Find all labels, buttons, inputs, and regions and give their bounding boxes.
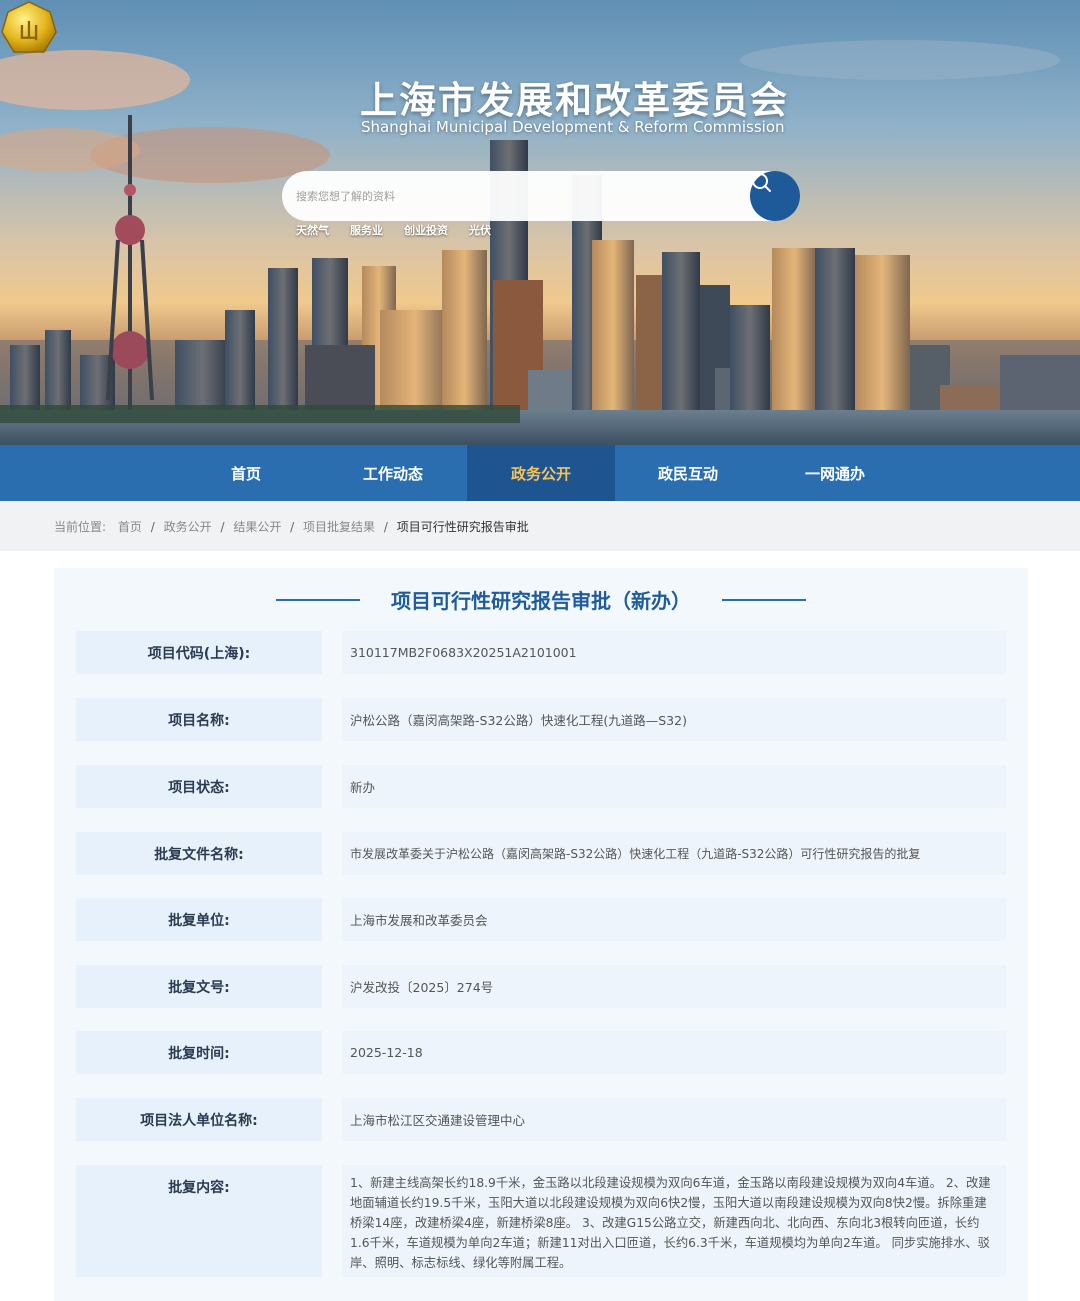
detail-card: 项目可行性研究报告审批（新办） 项目代码(上海): 310117MB2F0683… bbox=[54, 568, 1028, 1301]
nav-item-home[interactable]: 首页 bbox=[172, 445, 320, 501]
detail-row-approval-unit: 批复单位: 上海市发展和改革委员会 bbox=[76, 898, 1006, 941]
field-value: 1、新建主线高架长约18.9千米，金玉路以北段建设规模为双向6车道，金玉路以南段… bbox=[342, 1165, 1006, 1277]
field-label: 批复内容: bbox=[76, 1165, 322, 1277]
field-value: 沪发改投〔2025〕274号 bbox=[342, 965, 1006, 1008]
field-label: 项目法人单位名称: bbox=[76, 1098, 322, 1141]
svg-text:山: 山 bbox=[19, 19, 39, 43]
hot-word[interactable]: 服务业 bbox=[350, 222, 383, 238]
breadcrumb-approval-results[interactable]: 项目批复结果 bbox=[303, 520, 375, 534]
field-value: 市发展改革委关于沪松公路（嘉闵高架路-S32公路）快速化工程（九道路-S32公路… bbox=[342, 832, 1006, 875]
search-icon bbox=[752, 173, 771, 192]
skyline-background bbox=[0, 40, 1080, 445]
title-divider-right bbox=[722, 599, 806, 601]
breadcrumb-gov-affairs[interactable]: 政务公开 bbox=[164, 520, 212, 534]
breadcrumb: 当前位置: 首页 / 政务公开 / 结果公开 / 项目批复结果 / 项目可行性研… bbox=[54, 520, 529, 534]
breadcrumb-results[interactable]: 结果公开 bbox=[233, 520, 281, 534]
nav-item-interaction[interactable]: 政民互动 bbox=[614, 445, 762, 501]
detail-row-approval-date: 批复时间: 2025-12-18 bbox=[76, 1031, 1006, 1074]
field-value: 上海市松江区交通建设管理中心 bbox=[342, 1098, 1006, 1141]
field-label: 项目名称: bbox=[76, 698, 322, 741]
hot-word[interactable]: 天然气 bbox=[296, 222, 329, 238]
search-box bbox=[282, 171, 800, 221]
breadcrumb-bar: 当前位置: 首页 / 政务公开 / 结果公开 / 项目批复结果 / 项目可行性研… bbox=[0, 501, 1080, 551]
field-value: 沪松公路（嘉闵高架路-S32公路）快速化工程(九道路—S32) bbox=[342, 698, 1006, 741]
detail-title: 项目可行性研究报告审批（新办） bbox=[391, 589, 691, 613]
field-value: 2025-12-18 bbox=[342, 1031, 1006, 1074]
breadcrumb-current: 项目可行性研究报告审批 bbox=[396, 520, 529, 534]
detail-row-document-number: 批复文号: 沪发改投〔2025〕274号 bbox=[76, 965, 1006, 1008]
hot-word[interactable]: 光伏 bbox=[469, 222, 491, 238]
hot-search-words: 天然气 服务业 创业投资 光伏 bbox=[296, 222, 512, 238]
field-label: 项目代码(上海): bbox=[76, 631, 322, 674]
detail-row-project-name: 项目名称: 沪松公路（嘉闵高架路-S32公路）快速化工程(九道路—S32) bbox=[76, 698, 1006, 741]
field-label: 项目状态: bbox=[76, 765, 322, 808]
field-label: 批复单位: bbox=[76, 898, 322, 941]
site-title: 上海市发展和改革委员会 bbox=[360, 79, 789, 122]
field-label: 批复时间: bbox=[76, 1031, 322, 1074]
detail-row-legal-entity: 项目法人单位名称: 上海市松江区交通建设管理中心 bbox=[76, 1098, 1006, 1141]
site-subtitle: Shanghai Municipal Development & Reform … bbox=[361, 118, 785, 136]
field-value: 上海市发展和改革委员会 bbox=[342, 898, 1006, 941]
nav-item-online-services[interactable]: 一网通办 bbox=[761, 445, 909, 501]
detail-row-document-name: 批复文件名称: 市发展改革委关于沪松公路（嘉闵高架路-S32公路）快速化工程（九… bbox=[76, 832, 1006, 875]
detail-row-approval-content: 批复内容: 1、新建主线高架长约18.9千米，金玉路以北段建设规模为双向6车道，… bbox=[76, 1165, 1006, 1277]
detail-row-project-code: 项目代码(上海): 310117MB2F0683X20251A2101001 bbox=[76, 631, 1006, 674]
field-label: 批复文件名称: bbox=[76, 832, 322, 875]
header-banner: 山 上海市发展和改革委员会 Shanghai Municipal Develop… bbox=[0, 0, 1080, 445]
detail-row-project-status: 项目状态: 新办 bbox=[76, 765, 1006, 808]
hot-word[interactable]: 创业投资 bbox=[404, 222, 448, 238]
search-input[interactable] bbox=[296, 185, 736, 207]
nav-item-gov-affairs[interactable]: 政务公开 bbox=[467, 445, 615, 501]
main-nav: 首页 工作动态 政务公开 政民互动 一网通办 bbox=[0, 445, 1080, 501]
nav-item-work-news[interactable]: 工作动态 bbox=[319, 445, 467, 501]
field-value: 310117MB2F0683X20251A2101001 bbox=[342, 631, 1006, 674]
search-button[interactable] bbox=[750, 171, 800, 221]
field-label: 批复文号: bbox=[76, 965, 322, 1008]
field-value: 新办 bbox=[342, 765, 1006, 808]
commission-logo-icon: 山 bbox=[1, 1, 57, 53]
breadcrumb-prefix: 当前位置: bbox=[54, 520, 107, 534]
breadcrumb-home[interactable]: 首页 bbox=[118, 520, 142, 534]
